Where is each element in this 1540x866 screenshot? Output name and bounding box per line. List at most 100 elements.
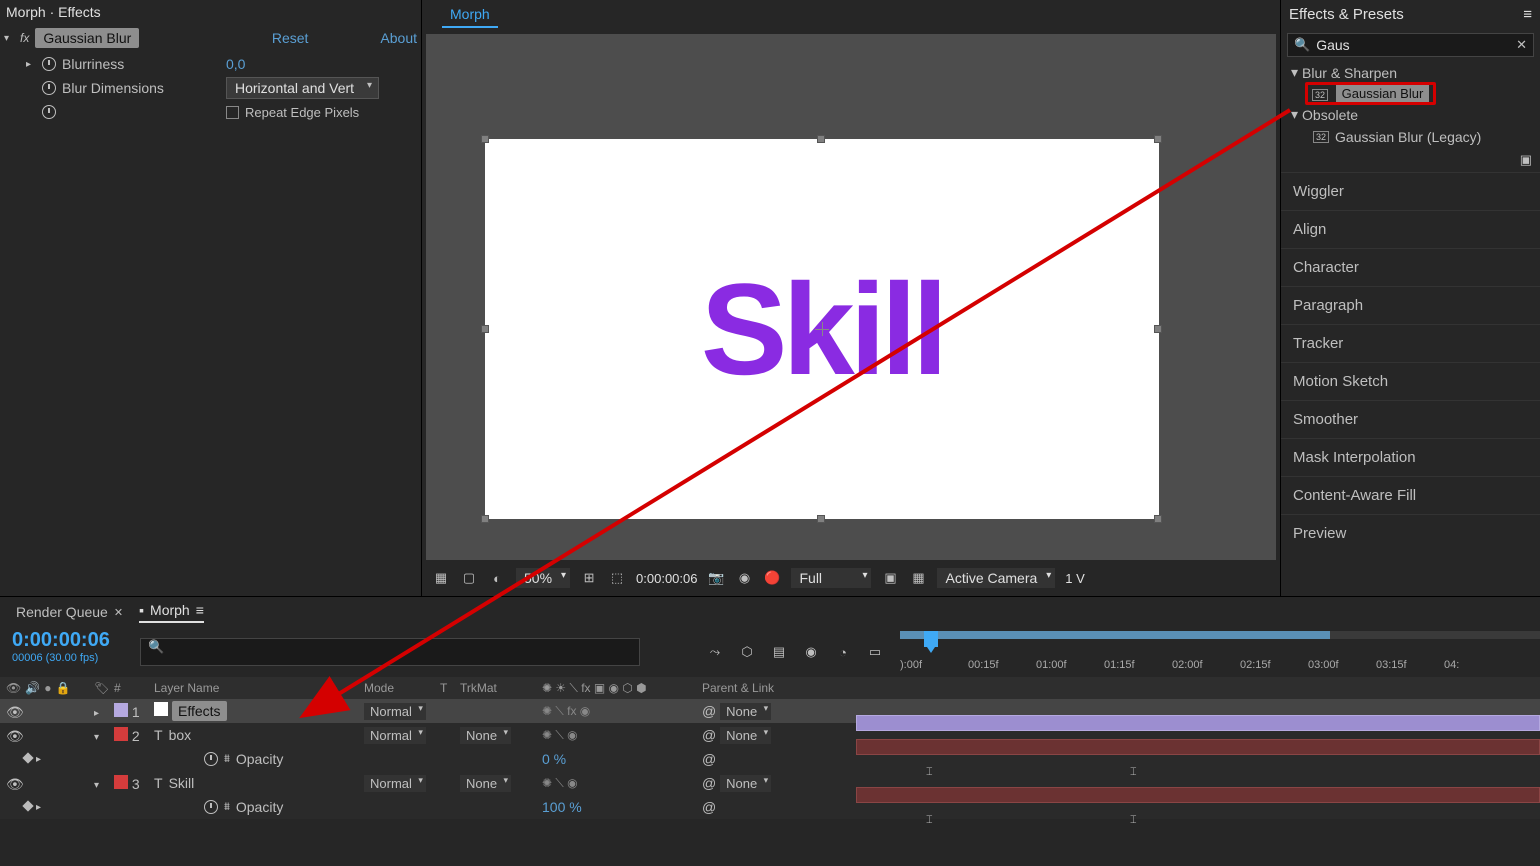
effects-search[interactable]: 🔍 ✕ [1287, 33, 1534, 57]
keyframe-nav-next-icon[interactable]: ▸ [36, 754, 41, 765]
property-value[interactable]: 0 % [536, 751, 696, 767]
ep-group-blur[interactable]: ▾Blur & Sharpen [1281, 61, 1540, 84]
stopwatch-icon[interactable] [42, 57, 56, 71]
layer-row[interactable]: 👁▸ 1EffectsNormal✺ ⟍ fx ◉@ None [0, 699, 1540, 723]
keyframe-icon[interactable]: ⌶ [1130, 814, 1137, 827]
reset-link[interactable]: Reset [272, 30, 309, 46]
keyframe-icon[interactable]: ⌶ [926, 766, 933, 779]
motion-blur-icon[interactable]: ◉ [802, 643, 820, 661]
fx-badge[interactable]: fx [20, 31, 29, 45]
side-panel-preview[interactable]: Preview [1281, 514, 1540, 552]
tab-morph[interactable]: ▪Morph≡ [139, 602, 204, 623]
roi-icon[interactable]: ▣ [881, 569, 899, 587]
clear-search-icon[interactable]: ✕ [1516, 37, 1527, 53]
camera-dropdown[interactable]: Active Camera [937, 568, 1055, 588]
side-panel-align[interactable]: Align [1281, 210, 1540, 248]
keyframe-nav-prev-icon[interactable] [22, 800, 33, 811]
selection-handle[interactable] [1154, 515, 1162, 523]
ep-group-obsolete[interactable]: ▾Obsolete [1281, 103, 1540, 126]
layer-bar[interactable] [856, 739, 1540, 755]
timeline-timecode[interactable]: 0:00:00:06 00006 (30.00 fps) [0, 627, 140, 677]
channel-icon[interactable]: ◉ [735, 569, 753, 587]
side-panel-mask-interpolation[interactable]: Mask Interpolation [1281, 438, 1540, 476]
mask-icon[interactable]: ◐ [488, 569, 506, 587]
parent-dropdown[interactable]: None [720, 775, 771, 792]
layer-bar[interactable] [856, 787, 1540, 803]
comp-viewer[interactable]: Skill [426, 34, 1276, 560]
tab-render-queue[interactable]: Render Queue✕ [16, 604, 123, 620]
anchor-point-icon[interactable] [815, 322, 829, 336]
pickwhip-icon[interactable]: @ [702, 703, 716, 719]
solo-column-icon[interactable]: ● [44, 681, 51, 695]
twirl-down-icon[interactable]: ▾ [4, 33, 14, 44]
frame-blend-icon[interactable]: ▤ [770, 643, 788, 661]
blend-mode-dropdown[interactable]: Normal [364, 703, 426, 720]
trkmat-dropdown[interactable]: None [460, 775, 511, 792]
transparency-icon[interactable]: ▢ [460, 569, 478, 587]
cube-icon[interactable]: ⬡ [738, 643, 756, 661]
lock-column-icon[interactable]: 🔒 [55, 681, 70, 695]
selection-handle[interactable] [817, 135, 825, 143]
ep-item-gaussian-blur[interactable]: Gaussian Blur [1336, 85, 1430, 102]
visibility-toggle[interactable]: 👁 [6, 728, 20, 742]
layer-switches[interactable]: ✺ ⟍ fx ◉ [536, 704, 696, 719]
region-icon[interactable]: ⬚ [608, 569, 626, 587]
visibility-toggle[interactable]: 👁 [6, 704, 20, 718]
twirl-icon[interactable]: ▾ [94, 780, 99, 791]
side-panel-content-aware-fill[interactable]: Content-Aware Fill [1281, 476, 1540, 514]
prop-blurriness-value[interactable]: 0,0 [226, 56, 245, 72]
keyframe-icon[interactable]: ⌶ [926, 814, 933, 827]
twirl-right-icon[interactable]: ▸ [26, 59, 36, 70]
side-panel-wiggler[interactable]: Wiggler [1281, 172, 1540, 210]
timeline-search-input[interactable] [140, 638, 640, 666]
layer-switches[interactable]: ✺ ⟍ ◉ [536, 728, 696, 743]
layer-bar[interactable] [856, 715, 1540, 731]
keyframe-nav-next-icon[interactable]: ▸ [36, 802, 41, 813]
selection-handle[interactable] [481, 325, 489, 333]
pickwhip-icon[interactable]: @ [702, 775, 716, 791]
effects-search-input[interactable] [1316, 37, 1510, 53]
blend-mode-dropdown[interactable]: Normal [364, 775, 426, 792]
side-panel-tracker[interactable]: Tracker [1281, 324, 1540, 362]
stopwatch-icon[interactable] [42, 81, 56, 95]
graph-icon[interactable]: ⩩ [224, 801, 230, 814]
selection-handle[interactable] [481, 515, 489, 523]
color-mgmt-icon[interactable]: 🔴 [763, 569, 781, 587]
side-panel-smoother[interactable]: Smoother [1281, 400, 1540, 438]
stopwatch-icon[interactable] [42, 105, 56, 119]
playhead[interactable] [924, 631, 938, 647]
selection-handle[interactable] [481, 135, 489, 143]
viewer-timecode[interactable]: 0:00:00:06 [636, 571, 697, 586]
grid2-icon[interactable]: ▦ [909, 569, 927, 587]
comp-canvas[interactable]: Skill [485, 139, 1159, 519]
stopwatch-icon[interactable] [204, 752, 218, 766]
shy-icon[interactable]: ⤳ [706, 643, 724, 661]
resolution-dropdown[interactable]: Full [791, 568, 871, 588]
views-dropdown[interactable]: 1 V [1065, 571, 1085, 586]
pickwhip-icon[interactable]: @ [702, 751, 716, 767]
time-ruler[interactable]: ):00f00:15f01:00f01:15f02:00f02:15f03:00… [900, 627, 1540, 677]
comp-tab-morph[interactable]: Morph [442, 2, 498, 28]
label-color[interactable] [114, 775, 128, 789]
selection-handle[interactable] [1154, 325, 1162, 333]
close-icon[interactable]: ✕ [114, 606, 123, 619]
graph-icon[interactable]: ⩩ [224, 753, 230, 766]
graph-icon[interactable]: ◔ [834, 643, 852, 661]
blur-dimensions-dropdown[interactable]: Horizontal and Vert [226, 77, 379, 99]
panel-menu-icon[interactable]: ≡ [1523, 6, 1532, 23]
keyframe-icon[interactable]: ⌶ [1130, 766, 1137, 779]
label-color[interactable] [114, 727, 128, 741]
resolution-icon[interactable]: ⊞ [580, 569, 598, 587]
selection-handle[interactable] [1154, 135, 1162, 143]
label-color[interactable] [114, 703, 128, 717]
snapshot-icon[interactable]: 📷 [707, 569, 725, 587]
speaker-column-icon[interactable]: 🔊 [25, 681, 40, 695]
side-panel-character[interactable]: Character [1281, 248, 1540, 286]
effect-name[interactable]: Gaussian Blur [35, 28, 139, 48]
selection-handle[interactable] [817, 515, 825, 523]
twirl-icon[interactable]: ▾ [94, 732, 99, 743]
property-value[interactable]: 100 % [536, 799, 696, 815]
keyframe-nav-prev-icon[interactable] [22, 752, 33, 763]
label-column-icon[interactable]: 🏷 [94, 681, 109, 695]
layer-name[interactable]: Skill [169, 775, 195, 791]
